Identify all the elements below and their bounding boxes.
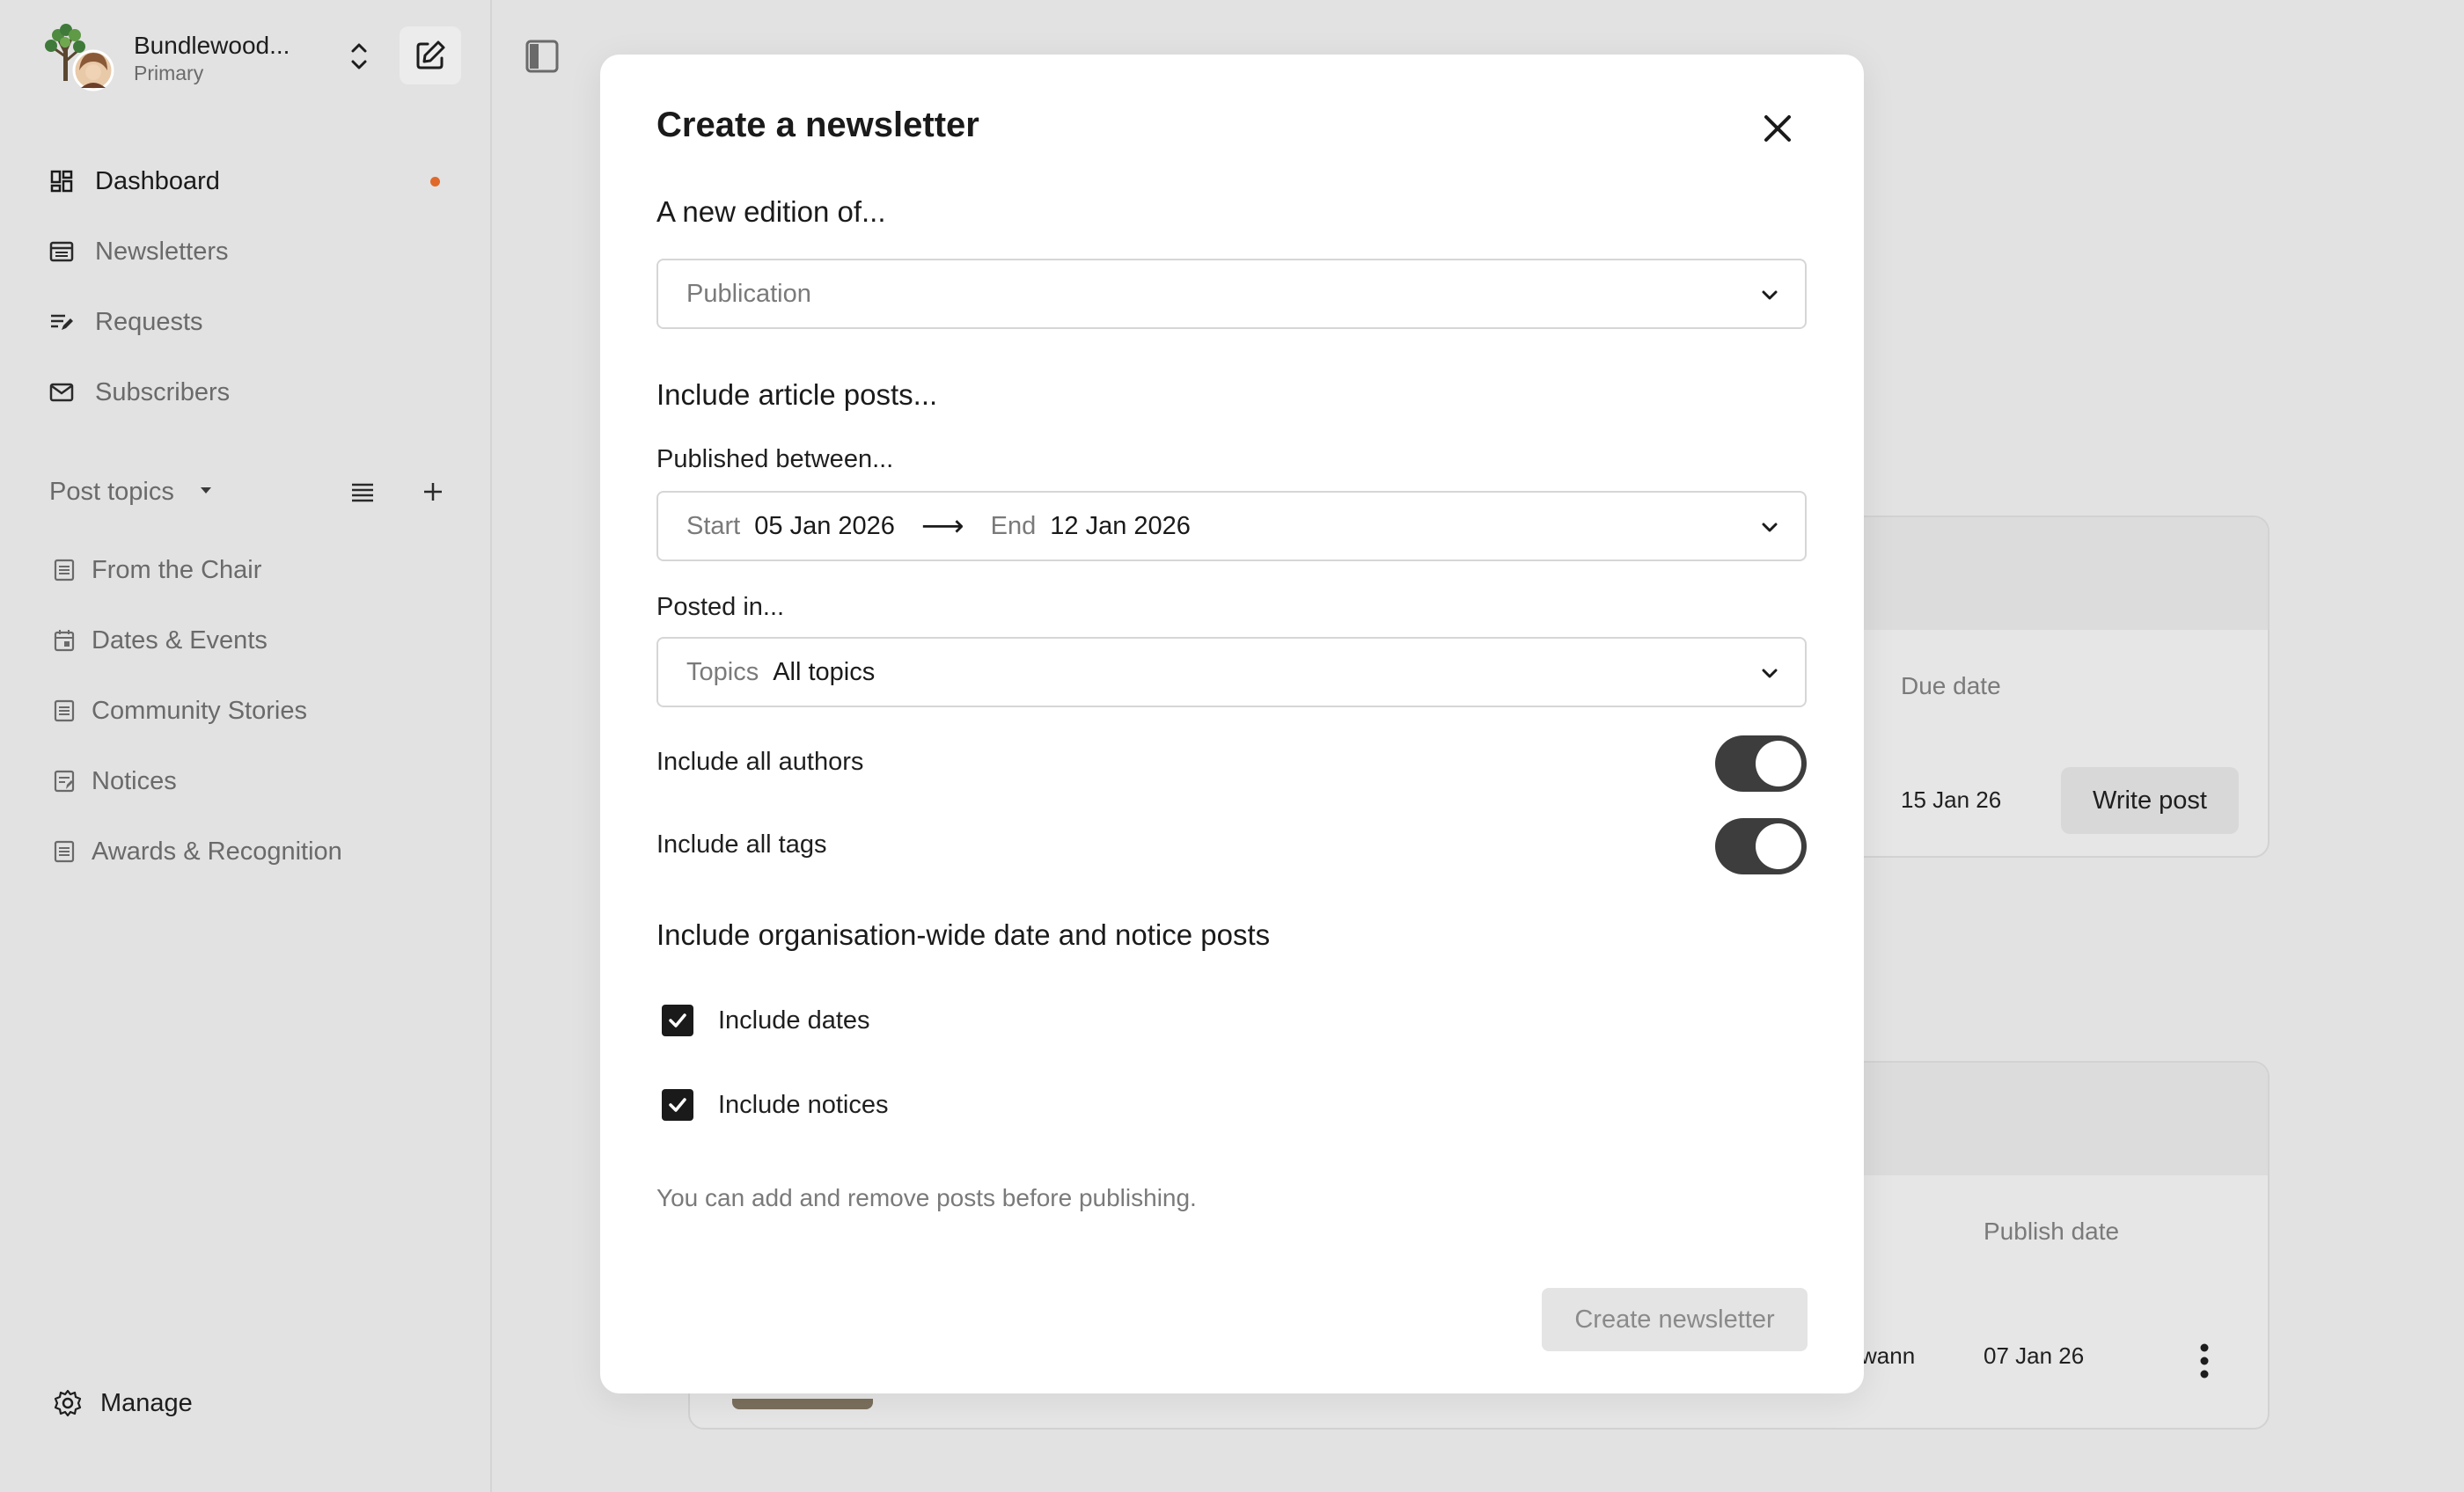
author-name: wann (1860, 1342, 1916, 1369)
posted-in-label: Posted in... (656, 593, 785, 621)
topic-item-label: Awards & Recognition (92, 837, 342, 866)
start-label: Start (686, 511, 741, 540)
main-nav: Dashboard Newsletters Requests Subscribe… (35, 146, 458, 428)
post-topics-header: Post topics (49, 472, 458, 511)
post-topics-title[interactable]: Post topics (49, 478, 174, 507)
include-all-authors-label: Include all authors (656, 748, 864, 776)
date-range-select[interactable]: Start 05 Jan 2026 ⟶ End 12 Jan 2026 (656, 491, 1807, 561)
calendar-icon (51, 627, 77, 654)
published-between-label: Published between... (656, 445, 894, 473)
topic-item-notices[interactable]: Notices (35, 746, 458, 816)
nav-item-label: Subscribers (95, 377, 231, 406)
nav-item-requests[interactable]: Requests (35, 287, 458, 357)
manage-label: Manage (100, 1388, 193, 1417)
topic-item-label: From the Chair (92, 555, 262, 584)
org-switcher[interactable]: Bundlewood... Primary (39, 21, 466, 91)
include-all-authors-toggle[interactable] (1715, 735, 1807, 792)
close-icon[interactable] (1759, 110, 1796, 147)
include-all-tags-toggle[interactable] (1715, 818, 1807, 874)
topic-item-label: Community Stories (92, 696, 307, 725)
nav-item-dashboard[interactable]: Dashboard (35, 146, 458, 216)
compose-button[interactable] (400, 26, 461, 84)
document-icon (51, 557, 77, 583)
toggle-knob (1756, 823, 1801, 869)
topic-item-dates-events[interactable]: Dates & Events (35, 605, 458, 676)
due-date-header: Due date (1901, 672, 2001, 699)
chevron-up-down-icon[interactable] (343, 35, 375, 77)
helper-note: You can add and remove posts before publ… (656, 1184, 1197, 1211)
topic-item-from-the-chair[interactable]: From the Chair (35, 535, 458, 605)
document-icon (51, 698, 77, 724)
include-all-tags-row: Include all tags (656, 818, 1807, 874)
edition-heading: A new edition of... (656, 195, 886, 228)
publication-select[interactable]: Publication (656, 259, 1807, 329)
nav-item-label: Newsletters (95, 237, 229, 266)
dashboard-icon (48, 167, 76, 195)
topics-select[interactable]: Topics All topics (656, 637, 1807, 707)
articles-heading: Include article posts... (656, 378, 938, 411)
sidebar-toggle-icon[interactable] (524, 39, 560, 74)
newsletter-icon (48, 238, 76, 266)
include-dates-label: Include dates (718, 1006, 870, 1035)
manage-button[interactable]: Manage (53, 1381, 193, 1425)
org-logo (45, 24, 114, 91)
include-all-authors-row: Include all authors (656, 735, 1807, 792)
topics-select-value: All topics (773, 657, 876, 686)
plus-icon[interactable] (419, 478, 447, 506)
end-label: End (990, 511, 1037, 540)
more-options-icon[interactable] (2199, 1342, 2210, 1379)
org-wide-heading: Include organisation-wide date and notic… (656, 918, 1271, 951)
include-all-tags-label: Include all tags (656, 830, 827, 859)
requests-icon (48, 308, 76, 336)
chevron-down-icon (1762, 669, 1778, 678)
nav-item-label: Requests (95, 307, 203, 336)
edit-icon (416, 40, 445, 69)
nav-item-subscribers[interactable]: Subscribers (35, 357, 458, 428)
checkmark-icon (669, 1098, 686, 1112)
mail-icon (48, 378, 76, 406)
topic-item-label: Dates & Events (92, 625, 268, 655)
notification-dot (430, 177, 440, 186)
topics-select-label: Topics (686, 657, 759, 686)
include-notices-row: Include notices (656, 1086, 888, 1124)
create-newsletter-button[interactable]: Create newsletter (1542, 1288, 1808, 1351)
chevron-down-icon (1762, 523, 1778, 532)
post-topics-list: From the Chair Dates & Events Community … (35, 535, 458, 887)
caret-down-icon[interactable] (199, 485, 213, 495)
org-name: Bundlewood... (134, 32, 290, 59)
topic-item-label: Notices (92, 766, 177, 795)
sidebar: Bundlewood... Primary Dashboard Newslett… (0, 0, 492, 1492)
gear-icon (54, 1389, 82, 1417)
nav-item-label: Dashboard (95, 166, 220, 195)
include-dates-checkbox[interactable] (662, 1005, 693, 1036)
due-date-value: 15 Jan 26 (1901, 786, 2002, 813)
post-thumbnail (732, 1399, 873, 1409)
include-notices-label: Include notices (718, 1090, 889, 1119)
topic-item-community-stories[interactable]: Community Stories (35, 676, 458, 746)
chevron-down-icon (1762, 290, 1778, 300)
notice-icon (51, 768, 77, 794)
nav-item-newsletters[interactable]: Newsletters (35, 216, 458, 287)
arrow-right-icon: ⟶ (920, 509, 964, 543)
include-dates-row: Include dates (656, 1001, 870, 1040)
org-role: Primary (134, 62, 204, 84)
start-date-value: 05 Jan 2026 (754, 511, 895, 540)
document-icon (51, 838, 77, 865)
include-notices-checkbox[interactable] (662, 1089, 693, 1121)
write-post-button[interactable]: Write post (2061, 767, 2239, 834)
publish-date-value: 07 Jan 26 (1984, 1342, 2085, 1369)
toggle-knob (1756, 741, 1801, 786)
publish-date-header: Publish date (1984, 1218, 2120, 1245)
checkmark-icon (669, 1013, 686, 1028)
publication-placeholder: Publication (686, 279, 811, 308)
create-newsletter-dialog: Create a newsletter A new edition of... … (600, 55, 1864, 1393)
end-date-value: 12 Jan 2026 (1050, 511, 1191, 540)
list-icon[interactable] (348, 479, 377, 504)
topic-item-awards-recognition[interactable]: Awards & Recognition (35, 816, 458, 887)
dialog-title: Create a newsletter (656, 106, 979, 144)
